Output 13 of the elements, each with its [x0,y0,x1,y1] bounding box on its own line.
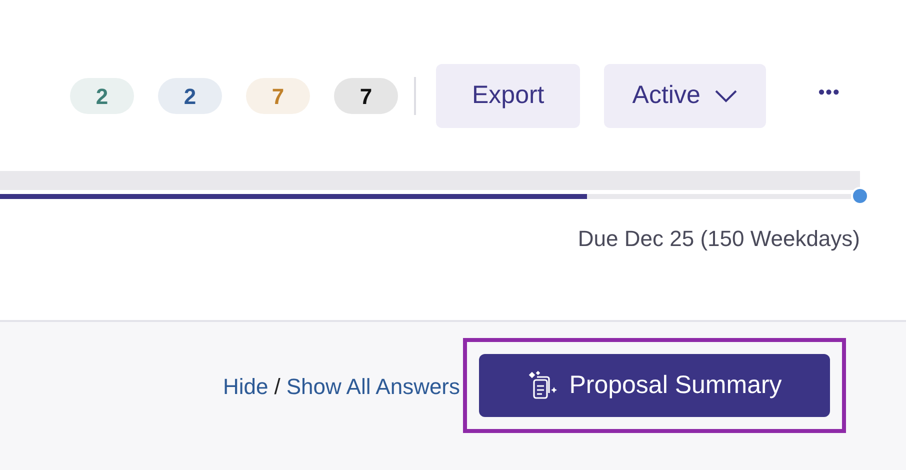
count-badge: 2 [158,78,222,114]
hide-link[interactable]: Hide [223,370,268,403]
count-badge: 2 [70,78,134,114]
show-all-answers-link[interactable]: Show All Answers [286,370,460,403]
chevron-down-icon [714,89,738,103]
due-date-text: Due Dec 25 (150 Weekdays) [578,225,860,253]
count-badge: 7 [246,78,310,114]
separator-text: / [274,373,280,401]
status-dropdown[interactable]: Active [604,64,766,128]
export-button[interactable]: Export [436,64,580,128]
more-menu-icon[interactable]: ••• [818,78,840,106]
proposal-summary-button[interactable]: Proposal Summary [479,354,830,417]
count-badge: 7 [334,78,398,114]
